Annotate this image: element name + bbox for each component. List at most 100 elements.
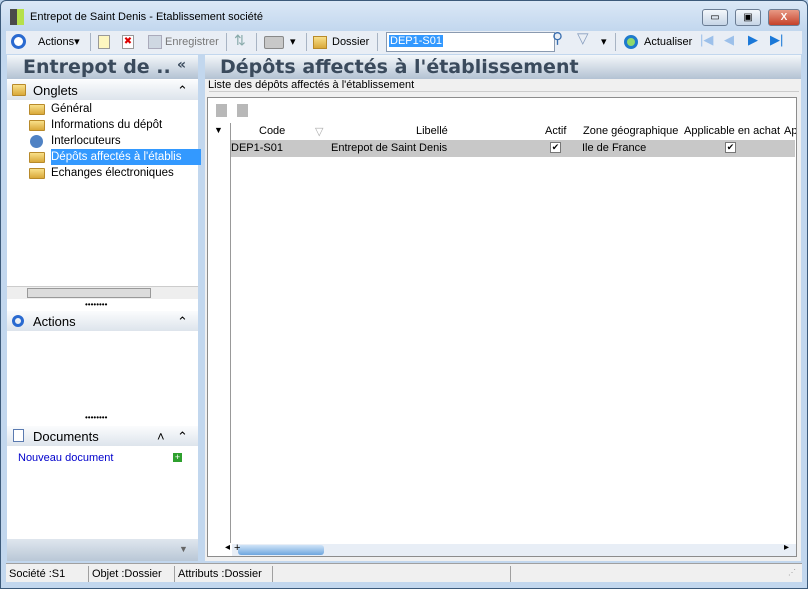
status-societe: Société :S1	[6, 566, 89, 582]
column-header-truncated[interactable]: Ap	[784, 125, 796, 137]
tab-label: Dépôts affectés à l'établis	[51, 149, 201, 165]
tab-depots-affectes[interactable]: Dépôts affectés à l'établis	[7, 149, 201, 165]
tab-label: Général	[51, 103, 92, 115]
separator	[90, 33, 91, 51]
documents-section-header[interactable]: Documents ˄ ⌃	[7, 426, 198, 446]
onglets-label: Onglets	[33, 83, 78, 98]
new-icon[interactable]	[98, 35, 110, 49]
actions-section-header[interactable]: Actions ⌃	[7, 311, 198, 331]
left-panel-footer: ▼	[7, 539, 198, 561]
sync-icon[interactable]: ⇅	[234, 33, 246, 47]
group-label: Liste des dépôts affectés à l'établissem…	[208, 79, 420, 91]
filter-icon[interactable]: ▽	[577, 31, 589, 46]
depots-grid: ▼ Code ▽ Libellé Actif Zone géographique…	[207, 97, 797, 557]
tab-interlocuteurs[interactable]: Interlocuteurs	[7, 133, 121, 149]
print-icon[interactable]	[264, 36, 284, 49]
collapse-icon[interactable]: ⌃	[177, 429, 188, 445]
documents-label: Documents	[33, 429, 99, 444]
minimize-button[interactable]: ▭	[702, 9, 728, 26]
search-input[interactable]: DEP1-S01	[386, 32, 555, 52]
scroll-right-icon[interactable]: ▸	[784, 542, 789, 553]
delete-icon[interactable]: ✖	[122, 35, 134, 49]
grid-horizontal-scrollbar[interactable]: ◂ ▸	[225, 542, 796, 556]
splitter-handle[interactable]: ••••••••	[85, 413, 107, 422]
folder-icon	[313, 36, 327, 49]
next-record-icon[interactable]: ▶	[748, 33, 758, 47]
cell-actif-checkbox[interactable]: ✔	[550, 142, 561, 153]
sort-icon[interactable]: ▽	[315, 125, 323, 138]
column-header-actif[interactable]: Actif	[545, 125, 566, 137]
app-icon	[10, 9, 24, 25]
resize-grip-icon[interactable]: ⋰	[788, 568, 796, 577]
print-dropdown-icon[interactable]: ▾	[290, 35, 296, 49]
record-name: Entrepot de ..	[23, 56, 171, 78]
edit-row-icon[interactable]	[237, 104, 248, 117]
column-header-libelle[interactable]: Libellé	[416, 125, 448, 137]
collapse-icon[interactable]: ⌃	[177, 314, 188, 330]
separator	[256, 33, 257, 51]
tree-horizontal-scrollbar[interactable]	[7, 286, 198, 299]
column-header-zone[interactable]: Zone géographique	[583, 125, 678, 137]
actions-section-label: Actions	[33, 314, 76, 329]
column-chooser-icon[interactable]: ▼	[214, 125, 223, 135]
folder-icon	[29, 104, 45, 115]
status-attributs: Attributs :Dossier	[175, 566, 273, 582]
cell-zone: Ile de France	[582, 142, 647, 154]
folder-icon	[29, 120, 45, 131]
refresh-icon[interactable]	[624, 35, 638, 49]
filter-dropdown-icon[interactable]: ▾	[601, 35, 607, 49]
refresh-button[interactable]: Actualiser	[644, 35, 692, 49]
cell-libelle: Entrepot de Saint Denis	[331, 142, 448, 154]
left-panel: Entrepot de .. « Onglets ⌃ Général Informa…	[7, 55, 201, 561]
column-header-achat[interactable]: Applicable en achat	[684, 125, 780, 137]
status-objet: Objet :Dossier	[89, 566, 175, 582]
tab-general[interactable]: Général	[7, 101, 92, 117]
separator	[615, 33, 616, 51]
previous-record-icon[interactable]: ◀	[724, 33, 734, 47]
separator	[377, 33, 378, 51]
tab-label: Informations du dépôt	[51, 119, 163, 131]
window-title: Entrepot de Saint Denis - Etablissement …	[30, 11, 263, 23]
new-document-link[interactable]: Nouveau document	[18, 452, 113, 464]
plus-button[interactable]: +	[234, 542, 240, 554]
collapse-icon[interactable]: ⌃	[177, 83, 188, 99]
separator	[306, 33, 307, 51]
separator	[226, 33, 227, 51]
tab-echanges-electroniques[interactable]: Echanges électroniques	[7, 165, 174, 181]
cell-achat-checkbox[interactable]: ✔	[725, 142, 736, 153]
close-button[interactable]: X	[768, 9, 800, 26]
status-empty	[273, 566, 511, 582]
onglets-section-header[interactable]: Onglets ⌃	[7, 80, 198, 100]
up-icon[interactable]: ˄	[157, 429, 165, 444]
page-title: Dépôts affectés à l'établissement	[205, 55, 801, 79]
add-row-icon[interactable]	[216, 104, 227, 117]
maximize-button[interactable]: ▣	[735, 9, 761, 26]
people-icon	[30, 135, 43, 148]
add-icon[interactable]: +	[173, 453, 182, 462]
search-icon[interactable]: ⚲	[552, 31, 563, 46]
scrollbar-thumb[interactable]	[27, 288, 151, 298]
dossier-button[interactable]: Dossier	[332, 35, 369, 49]
chevron-down-icon[interactable]: ▼	[179, 544, 188, 554]
scroll-left-icon[interactable]: ◂	[225, 542, 230, 553]
first-record-icon[interactable]: |◀	[700, 33, 713, 47]
cell-code: DEP1-S01	[231, 142, 283, 154]
search-value: DEP1-S01	[389, 35, 443, 47]
save-icon[interactable]	[148, 35, 162, 49]
column-header-code[interactable]: Code	[259, 125, 285, 137]
save-button[interactable]: Enregistrer	[165, 35, 219, 49]
left-panel-title: Entrepot de .. «	[7, 55, 198, 79]
tab-label: Interlocuteurs	[51, 135, 121, 147]
target-icon[interactable]	[11, 34, 26, 49]
collapse-panel-button[interactable]: «	[177, 57, 186, 73]
splitter-handle[interactable]: ••••••••	[85, 300, 107, 309]
status-bar: Société :S1 Objet :Dossier Attributs :Do…	[6, 563, 802, 582]
table-row[interactable]: DEP1-S01 Entrepot de Saint Denis ✔ Ile d…	[231, 140, 795, 157]
open-folder-icon	[29, 152, 45, 163]
tab-label: Echanges électroniques	[51, 167, 174, 179]
last-record-icon[interactable]: ▶|	[770, 33, 783, 47]
scrollbar-thumb[interactable]	[238, 545, 324, 555]
tab-informations-depot[interactable]: Informations du dépôt	[7, 117, 162, 133]
actions-menu[interactable]: Actions▾	[38, 35, 80, 49]
document-icon	[13, 429, 24, 442]
